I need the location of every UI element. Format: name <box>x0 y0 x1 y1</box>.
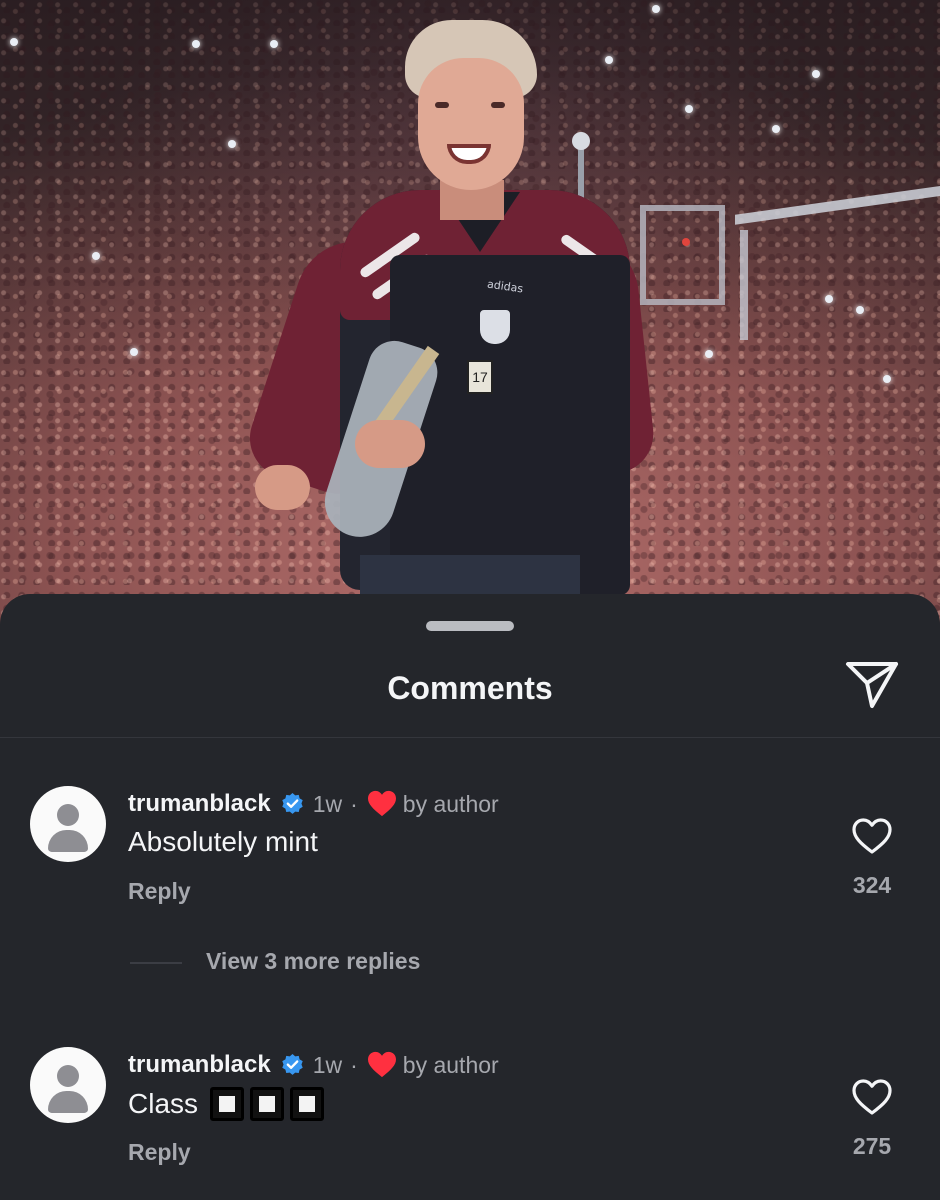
sheet-title: Comments <box>387 670 553 706</box>
avatar[interactable] <box>30 1047 106 1123</box>
meta-separator: · <box>350 1051 358 1078</box>
comment-item: trumanblack 1w · by author Absolutely mi… <box>0 786 940 936</box>
share-button[interactable] <box>842 656 902 712</box>
comments-sheet: Comments trumanblack 1w · by author Abso… <box>0 594 940 1200</box>
heart-outline-icon <box>852 818 892 854</box>
view-more-replies[interactable]: View 3 more replies <box>0 944 600 984</box>
comment-time: 1w <box>312 1051 343 1078</box>
author-liked-heart-icon <box>367 790 396 817</box>
liked-by-author-label: by author <box>402 790 499 817</box>
comment-time: 1w <box>312 790 343 817</box>
reply-button[interactable]: Reply <box>128 878 191 905</box>
performer: adidas 17 <box>239 10 658 640</box>
username[interactable]: trumanblack <box>128 1051 271 1079</box>
comment-meta: trumanblack 1w · by author <box>128 1049 499 1081</box>
paper-plane-icon <box>846 662 898 708</box>
avatar[interactable] <box>30 786 106 862</box>
meta-separator: · <box>350 790 358 817</box>
comment-item: trumanblack 1w · by author Class Reply 2… <box>0 1047 940 1197</box>
number-patch: 17 <box>467 360 493 394</box>
stage-rig <box>640 185 940 340</box>
white-square-emoji-icon <box>210 1087 245 1121</box>
like-button[interactable] <box>850 816 894 856</box>
comment-meta: trumanblack 1w · by author <box>128 788 499 820</box>
liked-by-author-label: by author <box>402 1051 499 1078</box>
view-more-replies-label[interactable]: View 3 more replies <box>206 948 420 975</box>
like-button[interactable] <box>850 1077 894 1117</box>
verified-badge-icon <box>282 1053 303 1075</box>
comment-text: Class <box>128 1087 325 1121</box>
like-count: 324 <box>852 872 892 898</box>
comment-text: Absolutely mint <box>128 826 318 857</box>
post-photo: adidas 17 <box>0 0 940 640</box>
username[interactable]: trumanblack <box>128 790 271 818</box>
comment-text-body: Class <box>128 1088 199 1119</box>
verified-badge-icon <box>282 792 303 814</box>
club-crest <box>480 310 510 344</box>
white-square-emoji-icon <box>290 1087 325 1121</box>
sheet-drag-handle[interactable] <box>426 621 514 631</box>
heart-outline-icon <box>852 1079 892 1115</box>
like-count: 275 <box>852 1133 892 1159</box>
header-divider <box>0 737 940 738</box>
reply-button[interactable]: Reply <box>128 1139 191 1166</box>
author-liked-heart-icon <box>367 1051 396 1078</box>
white-square-emoji-icon <box>250 1087 285 1121</box>
